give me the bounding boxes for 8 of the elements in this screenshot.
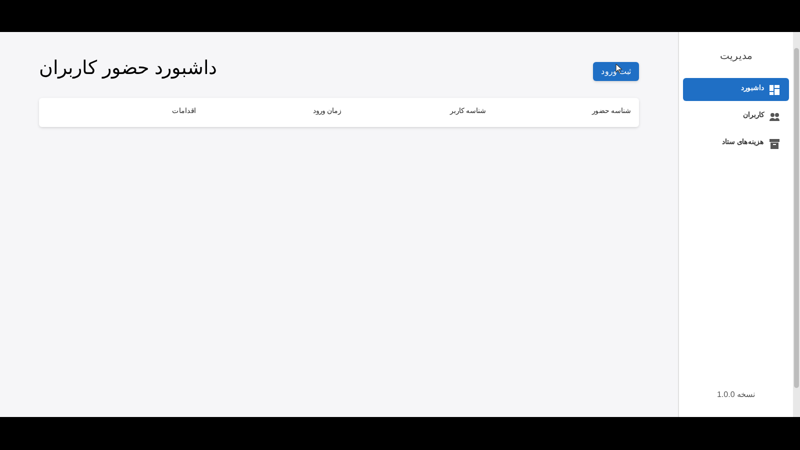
dashboard-icon bbox=[769, 84, 780, 94]
page-title: داشبورد حضور کاربران bbox=[39, 57, 217, 81]
version-label: نسخه 1.0.0 bbox=[716, 389, 756, 401]
archive-icon bbox=[769, 138, 780, 148]
people-icon bbox=[769, 112, 780, 122]
sidebar-title: مدیریت bbox=[719, 50, 753, 64]
check-in-button[interactable]: ثبت ورود bbox=[592, 62, 639, 82]
scrollbar[interactable] bbox=[793, 32, 800, 417]
